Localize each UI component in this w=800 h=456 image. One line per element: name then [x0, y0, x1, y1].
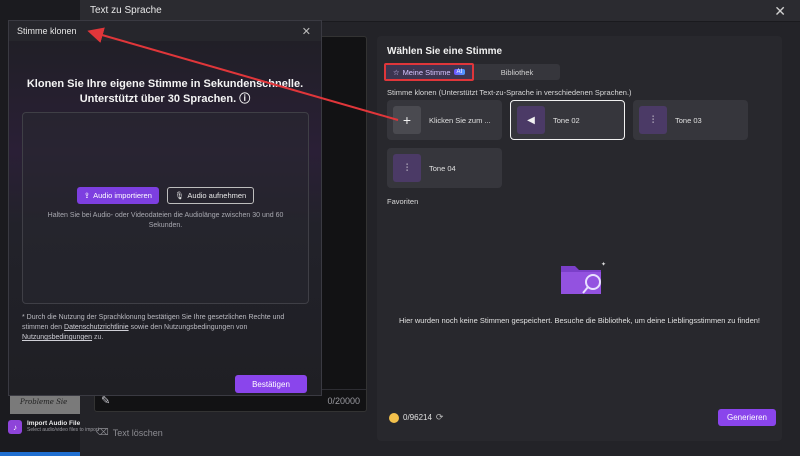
clone-headline: Klonen Sie Ihre eigene Stimme in Sekunde… — [9, 77, 321, 107]
clone-dialog-title: Stimme klonen — [9, 21, 321, 41]
voice-wave-icon: ⫶ — [639, 106, 667, 134]
duration-hint: Halten Sie bei Audio- oder Videodateien … — [47, 212, 284, 229]
ai-badge: AI — [453, 69, 466, 75]
generate-button[interactable]: Generieren — [718, 409, 776, 426]
record-audio-label: Audio aufnehmen — [187, 191, 247, 200]
voice-label: Tone 03 — [675, 115, 702, 125]
import-audio-item[interactable]: ♪ Import Audio File Select audio/video f… — [8, 420, 99, 434]
voice-wave-icon: ◀︎ — [517, 106, 545, 134]
voice-card-tone-02[interactable]: ◀︎ Tone 02 — [510, 100, 625, 140]
svg-text:✦: ✦ — [601, 261, 606, 268]
clone-voice-dialog: Stimme klonen ✕ Klonen Sie Ihre eigene S… — [8, 20, 322, 396]
confirm-button[interactable]: Bestätigen — [235, 375, 307, 393]
voice-selection-panel: Wählen Sie eine Stimme ☆ Meine Stimme AI… — [377, 36, 782, 441]
taskbar-strip — [0, 452, 80, 456]
tab-my-voice-label: Meine Stimme — [402, 67, 451, 77]
privacy-policy-link[interactable]: Datenschutzrichtlinie — [64, 324, 129, 331]
panel-title: Wählen Sie eine Stimme — [387, 46, 503, 57]
headline-line-1: Klonen Sie Ihre eigene Stimme in Sekunde… — [26, 78, 304, 90]
audio-drop-zone[interactable]: ⇪ Audio importieren 🎙︎ Audio aufnehmen H… — [22, 112, 309, 304]
voice-label: Tone 02 — [553, 115, 580, 125]
upload-icon: ⇪ — [83, 191, 91, 200]
legal-disclaimer: * Durch die Nutzung der Sprachklonung be… — [22, 314, 285, 341]
refresh-icon[interactable]: ⟳ — [436, 412, 444, 423]
microphone-icon: 🎙︎ — [174, 191, 185, 200]
credits-value: 0/96214 — [403, 413, 432, 422]
clear-text-label: Text löschen — [112, 427, 163, 438]
favorites-label: Favoriten — [387, 197, 419, 206]
empty-favorites-text: Hier wurden noch keine Stimmen gespeiche… — [398, 316, 761, 325]
character-counter: 0/20000 — [327, 395, 360, 406]
clone-voice-label: Stimme klonen (Unterstützt Text-zu-Sprac… — [387, 88, 632, 97]
import-audio-label: Audio importieren — [93, 191, 152, 200]
voice-tabs: ☆ Meine Stimme AI Bibliothek — [384, 63, 560, 81]
voice-card-tone-03[interactable]: ⫶ Tone 03 — [633, 100, 748, 140]
info-icon[interactable]: ⓘ — [239, 93, 250, 105]
voice-label: Tone 04 — [429, 163, 456, 173]
add-voice-label: Klicken Sie zum ... — [429, 115, 491, 125]
coin-icon — [389, 412, 399, 423]
record-audio-button[interactable]: 🎙︎ Audio aufnehmen — [166, 187, 255, 204]
close-icon[interactable]: ✕ — [774, 3, 786, 20]
dialog-title: Text zu Sprache — [80, 0, 800, 22]
terms-link[interactable]: Nutzungsbedingungen — [22, 334, 92, 341]
voice-card-tone-04[interactable]: ⫶ Tone 04 — [387, 148, 502, 188]
empty-folder-icon: ✦ — [561, 261, 606, 294]
import-audio-button[interactable]: ⇪ Audio importieren — [76, 187, 159, 204]
plus-icon: + — [393, 106, 421, 134]
voice-wave-icon: ⫶ — [393, 154, 421, 182]
clear-text-button[interactable]: ⌫ Text löschen — [96, 427, 163, 438]
tab-library-label: Bibliothek — [500, 67, 534, 77]
add-voice-card[interactable]: + Klicken Sie zum ... — [387, 100, 502, 140]
import-audio-title: Import Audio File — [27, 420, 81, 427]
credits-display: 0/96214 ⟳ — [389, 412, 443, 423]
star-icon: ☆ — [392, 67, 400, 77]
import-audio-icon: ♪ — [8, 420, 22, 434]
thumbnail-caption: Probleme Sie — [20, 398, 68, 406]
close-icon[interactable]: ✕ — [302, 25, 311, 38]
headline-line-2: Unterstützt über 30 Sprachen. ⓘ — [79, 93, 251, 105]
audio-buttons: ⇪ Audio importieren 🎙︎ Audio aufnehmen — [23, 187, 308, 204]
tab-my-voice[interactable]: ☆ Meine Stimme AI — [384, 63, 474, 81]
import-audio-subtitle: Select audio/video files to import — [27, 427, 99, 433]
tab-library[interactable]: Bibliothek — [474, 64, 560, 80]
